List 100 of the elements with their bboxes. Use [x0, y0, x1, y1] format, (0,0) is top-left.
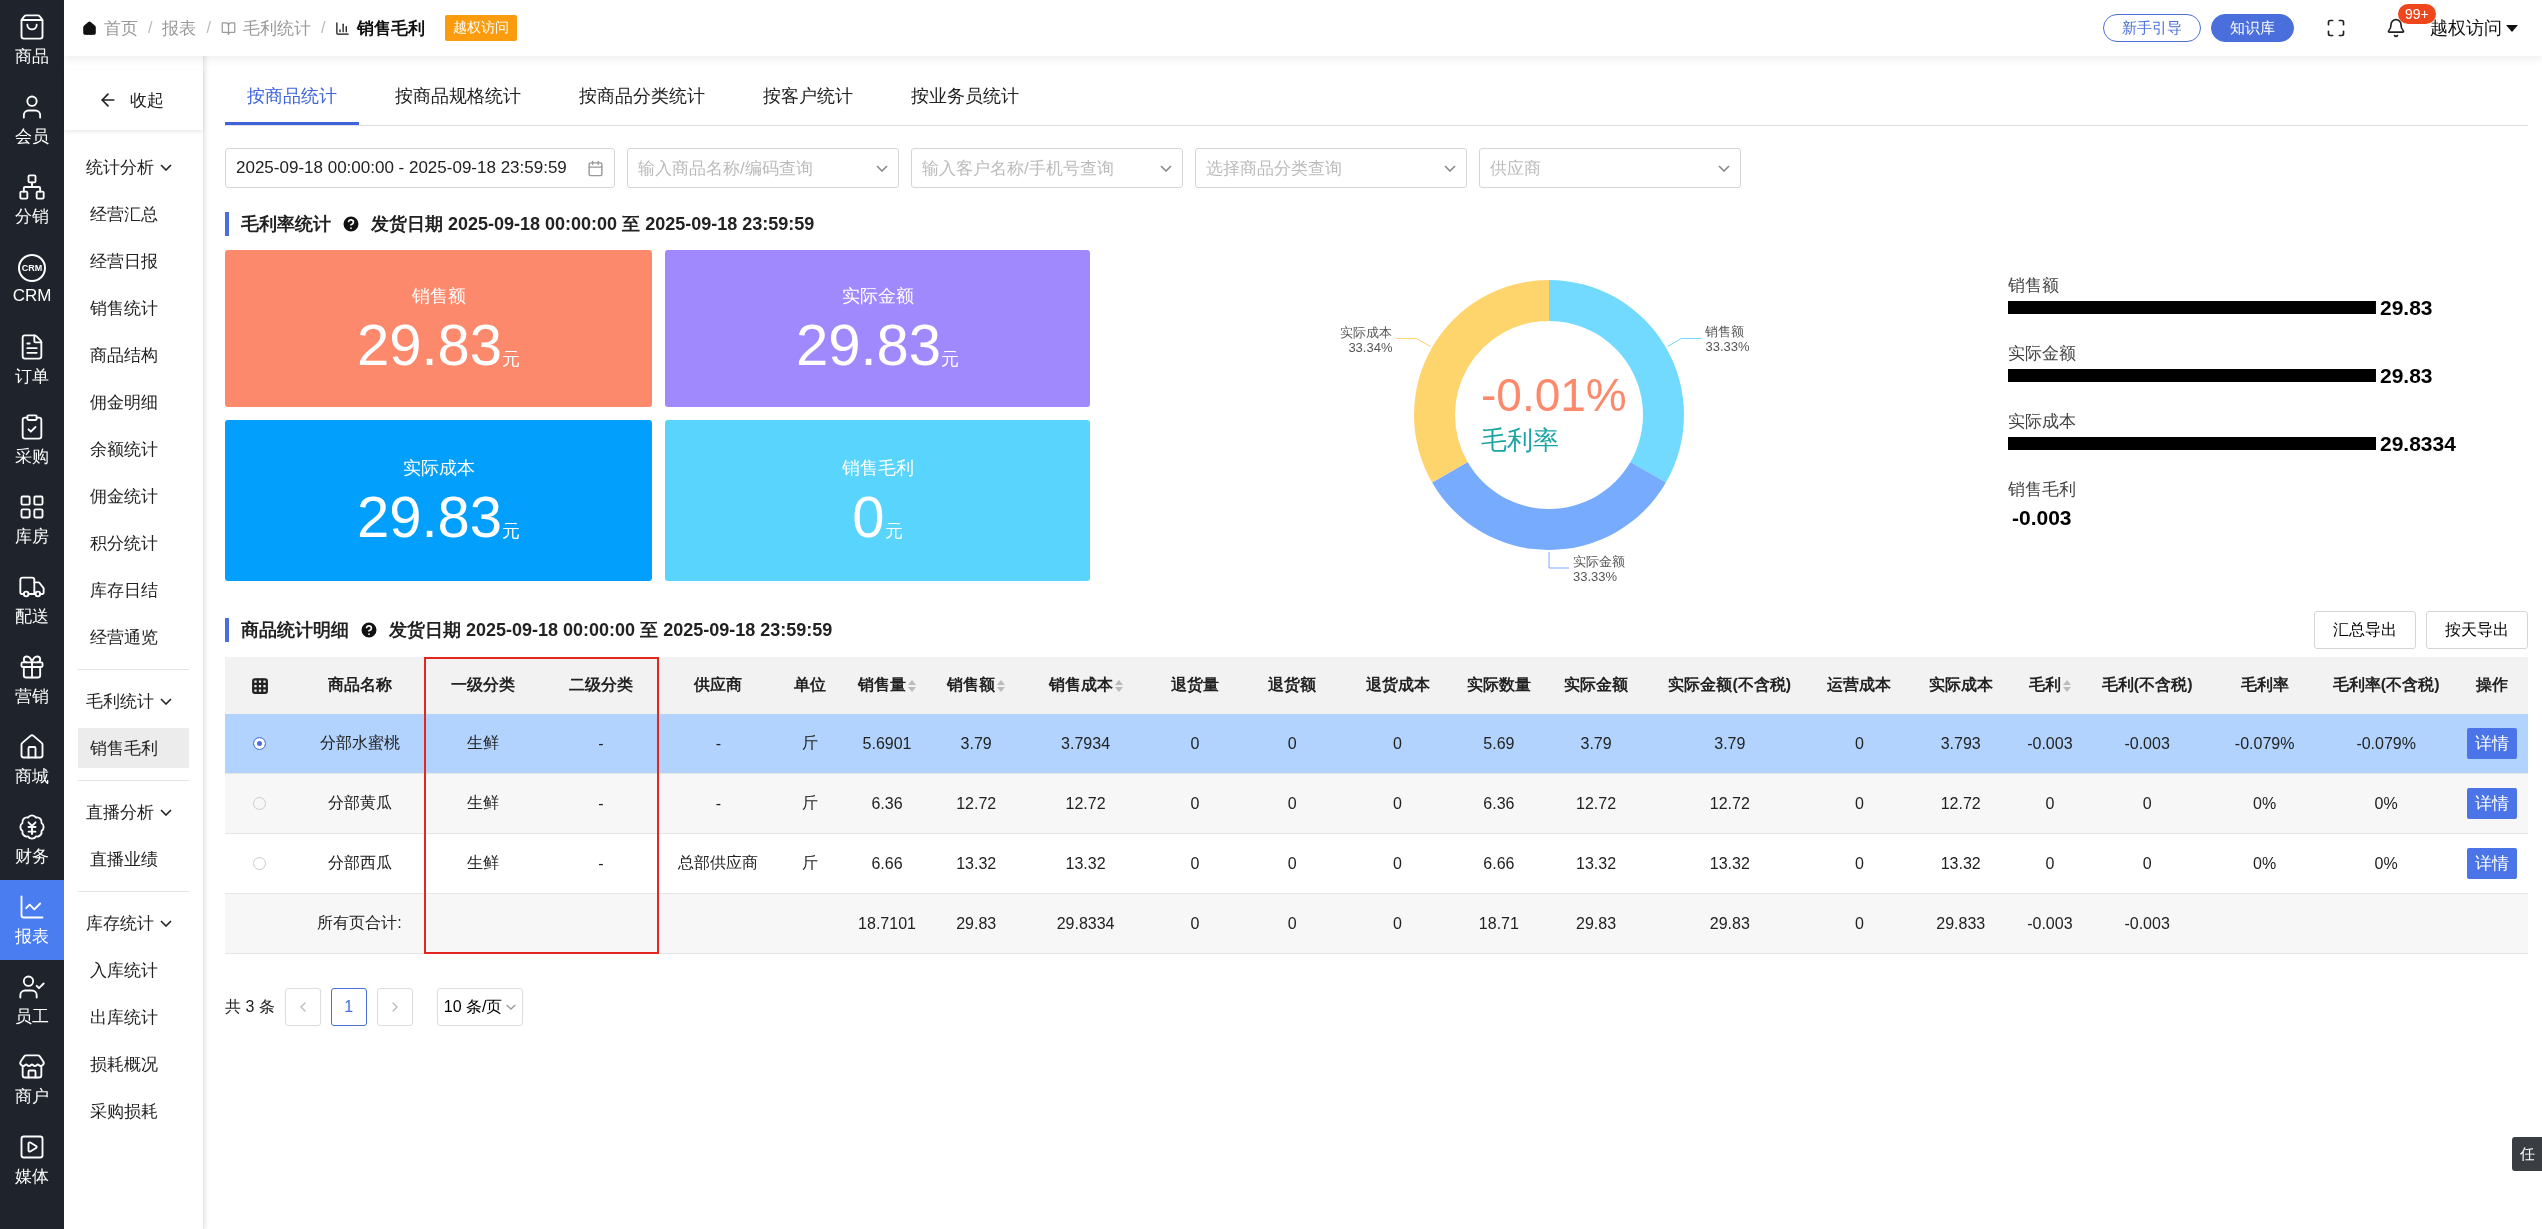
table-cell: 29.83	[1547, 894, 1645, 954]
collapse-button[interactable]: 收起	[64, 70, 203, 130]
table-cell: 6.36	[842, 774, 932, 834]
menu-item[interactable]: 销售统计	[78, 288, 189, 328]
next-page-button[interactable]	[376, 988, 413, 1026]
column-settings-icon[interactable]	[250, 676, 269, 695]
menu-item[interactable]: 出库统计	[78, 997, 189, 1037]
rail-label: 营销	[15, 685, 49, 708]
table-cell: 18.7101	[842, 894, 932, 954]
menu-item[interactable]: 佣金统计	[78, 476, 189, 516]
rail-item[interactable]: 商户	[0, 1040, 64, 1120]
stat-value: 29.83	[356, 315, 503, 374]
menu-group[interactable]: 毛利统计	[64, 678, 203, 725]
rail-item[interactable]: 财务	[0, 800, 64, 880]
rail-item[interactable]: 媒体	[0, 1120, 64, 1200]
bell-icon[interactable]	[2386, 18, 2406, 38]
column-header: 毛利率	[2211, 657, 2318, 714]
detail-button[interactable]: 详情	[2466, 728, 2517, 759]
column-header: 供应商	[659, 657, 778, 714]
export-button[interactable]: 汇总导出	[2314, 611, 2416, 649]
table-cell: 12.72	[1644, 774, 1815, 834]
menu-item[interactable]: 直播业绩	[78, 839, 189, 879]
rail-item[interactable]: 配送	[0, 560, 64, 640]
menu-item[interactable]: 佣金明细	[78, 382, 189, 422]
rail-item[interactable]: 会员	[0, 80, 64, 160]
menu-item[interactable]: 损耗概况	[78, 1044, 189, 1084]
rail-item[interactable]: 订单	[0, 320, 64, 400]
column-header[interactable]: 销售成本	[1020, 657, 1151, 714]
menu-item[interactable]: 入库统计	[78, 950, 189, 990]
fullscreen-icon[interactable]	[2326, 18, 2346, 38]
menu-group[interactable]: 统计分析	[64, 144, 203, 191]
sort-icon[interactable]	[908, 679, 917, 692]
export-button[interactable]: 按天导出	[2426, 611, 2528, 649]
menu-item[interactable]: 积分统计	[78, 523, 189, 563]
tab[interactable]: 按客户统计	[741, 84, 875, 125]
column-header[interactable]: 毛利	[2017, 657, 2083, 714]
menu-item[interactable]: 余额统计	[78, 429, 189, 469]
row-radio[interactable]	[253, 737, 267, 750]
sort-icon[interactable]	[997, 679, 1006, 692]
bar-label: 销售毛利	[2008, 479, 2076, 499]
rail-label: 报表	[15, 925, 49, 948]
page-size-select[interactable]: 10 条/页	[436, 988, 524, 1026]
rail-item[interactable]: 员工	[0, 960, 64, 1040]
date-range-field[interactable]: 2025-09-18 00:00:00 - 2025-09-18 23:59:59	[225, 148, 615, 188]
rail-item[interactable]: 营销	[0, 640, 64, 720]
prev-page-button[interactable]	[284, 988, 321, 1026]
bar-chart-icon	[335, 20, 351, 36]
menu-group[interactable]: 直播分析	[64, 789, 203, 836]
bar-value: 29.83	[2379, 295, 2433, 319]
rail-item[interactable]: 库房	[0, 480, 64, 560]
menu-item[interactable]: 销售毛利	[78, 728, 189, 768]
column-header[interactable]: 销售额	[931, 657, 1021, 714]
rail-item[interactable]: 采购	[0, 400, 64, 480]
column-header: 单位	[777, 657, 843, 714]
sort-icon[interactable]	[1114, 679, 1123, 692]
stat-label: 实际成本	[402, 456, 475, 480]
tab[interactable]: 按商品统计	[225, 84, 359, 125]
chevron-down-icon	[1718, 164, 1730, 172]
table-cell: -	[659, 714, 778, 774]
page-button[interactable]: 1	[330, 988, 367, 1026]
table-cell: -0.003	[2017, 894, 2083, 954]
section-title: 商品统计明细	[241, 619, 349, 642]
side-tab[interactable]: 任	[2512, 1137, 2542, 1171]
table-cell: 6.36	[1450, 774, 1548, 834]
help-icon[interactable]	[359, 620, 379, 640]
menu-item[interactable]: 采购损耗	[78, 1091, 189, 1131]
table-cell: 生鲜	[424, 774, 543, 834]
tab[interactable]: 按商品分类统计	[557, 84, 727, 125]
menu-item[interactable]: 商品结构	[78, 335, 189, 375]
menu-item[interactable]: 经营汇总	[78, 194, 189, 234]
leader-line	[1667, 338, 1702, 347]
table-cell: 斤	[777, 714, 843, 774]
breadcrumb-item[interactable]: 销售毛利	[335, 16, 426, 40]
tab[interactable]: 按商品规格统计	[373, 84, 543, 125]
rail-item[interactable]: 商品	[0, 0, 64, 80]
bar-value: -0.003	[2012, 505, 2072, 529]
knowledge-button[interactable]: 知识库	[2211, 14, 2294, 42]
rail-item[interactable]: 商城	[0, 720, 64, 800]
stat-unit: 元	[941, 347, 960, 371]
help-icon[interactable]	[341, 214, 361, 234]
table-cell: 0%	[2211, 774, 2318, 834]
rail-item[interactable]: 分销	[0, 160, 64, 240]
column-header[interactable]: 销售量	[842, 657, 932, 714]
menu-group[interactable]: 库存统计	[64, 900, 203, 947]
table-cell: 0	[1814, 894, 1905, 954]
guide-button[interactable]: 新手引导	[2103, 14, 2201, 42]
rail-label: 员工	[15, 1005, 49, 1028]
rail-item[interactable]: 报表	[0, 880, 64, 960]
network-icon	[18, 172, 46, 201]
tab[interactable]: 按业务员统计	[889, 84, 1041, 125]
menu-item[interactable]: 经营通览	[78, 617, 189, 657]
detail-button[interactable]: 详情	[2466, 848, 2517, 879]
leader-line	[1396, 338, 1431, 347]
column-header: 一级分类	[424, 657, 543, 714]
sort-icon[interactable]	[2062, 679, 2071, 692]
rail-item[interactable]: CRM CRM	[0, 240, 64, 320]
menu-item[interactable]: 库存日结	[78, 570, 189, 610]
group-title: 统计分析	[86, 157, 154, 179]
detail-button[interactable]: 详情	[2466, 788, 2517, 819]
menu-item[interactable]: 经营日报	[78, 241, 189, 281]
